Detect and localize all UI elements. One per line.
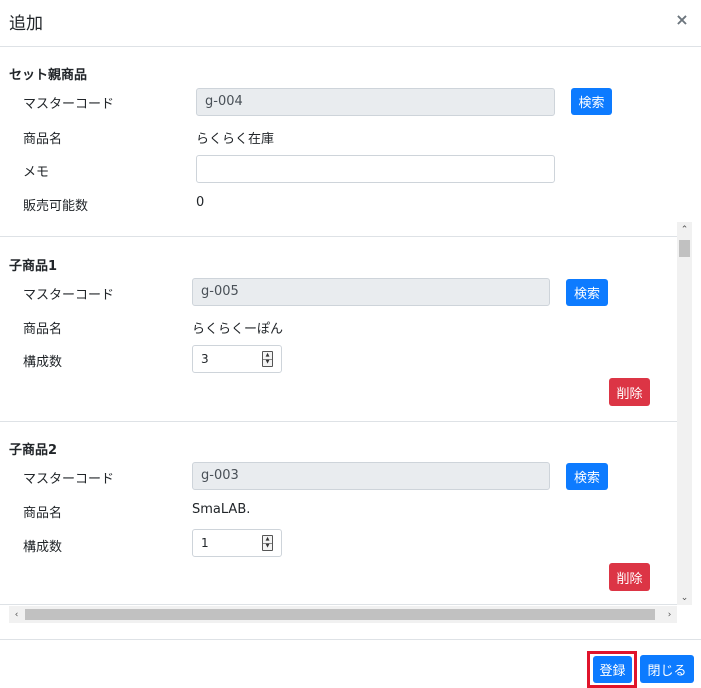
child1-product-name-label: 商品名	[23, 322, 63, 337]
child1-delete-button[interactable]: 削除	[609, 378, 650, 406]
child2-section-title: 子商品2	[9, 443, 58, 458]
child2-product-name-label: 商品名	[23, 506, 63, 521]
memo-label: メモ	[23, 165, 50, 180]
spinner-down-icon[interactable]: ▼	[263, 542, 272, 551]
parent-product-name-value: らくらく在庫	[196, 132, 275, 147]
parent-product-name-label: 商品名	[23, 132, 63, 147]
parent-search-button[interactable]: 検索	[571, 88, 612, 115]
horizontal-scrollbar[interactable]: ‹ ›	[9, 606, 677, 623]
child1-quantity-input[interactable]: 3 ▲ ▼	[192, 345, 282, 373]
child1-search-button[interactable]: 検索	[566, 279, 608, 306]
child1-master-code-label: マスターコード	[23, 288, 115, 303]
child2-product-name-value: SmaLAB.	[192, 502, 251, 517]
child-products-scroll-area[interactable]: 子商品1 マスターコード g-005 検索 商品名 らくらくーぽん 構成数 3 …	[0, 222, 692, 626]
close-button[interactable]: 閉じる	[640, 655, 694, 683]
vertical-scroll-thumb[interactable]	[679, 240, 690, 257]
child2-quantity-value: 1	[201, 536, 209, 550]
child1-section-title: 子商品1	[9, 259, 58, 274]
memo-input[interactable]	[196, 155, 555, 183]
close-icon[interactable]: ×	[672, 9, 692, 29]
divider	[0, 604, 677, 605]
child1-quantity-value: 3	[201, 352, 209, 366]
sellable-label: 販売可能数	[23, 199, 89, 214]
divider	[0, 421, 677, 422]
modal-header: 追加 ×	[0, 0, 701, 47]
modal-title: 追加	[9, 14, 43, 34]
child2-quantity-label: 構成数	[23, 540, 63, 555]
horizontal-scroll-thumb[interactable]	[25, 609, 655, 620]
scroll-left-icon[interactable]: ‹	[9, 606, 24, 623]
child1-product-name-value: らくらくーぽん	[192, 322, 284, 337]
child2-master-code-label: マスターコード	[23, 472, 115, 487]
modal-footer-divider	[0, 639, 701, 640]
quantity-spinner-icon[interactable]: ▲ ▼	[262, 351, 273, 367]
parent-master-code-label: マスターコード	[23, 97, 115, 112]
scroll-down-icon[interactable]: ⌄	[677, 590, 692, 605]
child1-master-code-input: g-005	[192, 278, 550, 306]
parent-master-code-input: g-004	[196, 88, 555, 116]
spinner-down-icon[interactable]: ▼	[263, 358, 272, 367]
scroll-right-icon[interactable]: ›	[662, 606, 677, 623]
vertical-scrollbar[interactable]: ⌃ ⌄	[677, 222, 692, 605]
sellable-value: 0	[196, 195, 205, 210]
child2-delete-button[interactable]: 削除	[609, 563, 650, 591]
child2-quantity-input[interactable]: 1 ▲ ▼	[192, 529, 282, 557]
scroll-up-icon[interactable]: ⌃	[677, 222, 692, 237]
child2-search-button[interactable]: 検索	[566, 463, 608, 490]
divider	[0, 236, 677, 237]
child1-quantity-label: 構成数	[23, 355, 63, 370]
quantity-spinner-icon[interactable]: ▲ ▼	[262, 535, 273, 551]
parent-section-title: セット親商品	[9, 68, 88, 83]
register-button-highlight	[587, 651, 637, 688]
child2-master-code-input: g-003	[192, 462, 550, 490]
